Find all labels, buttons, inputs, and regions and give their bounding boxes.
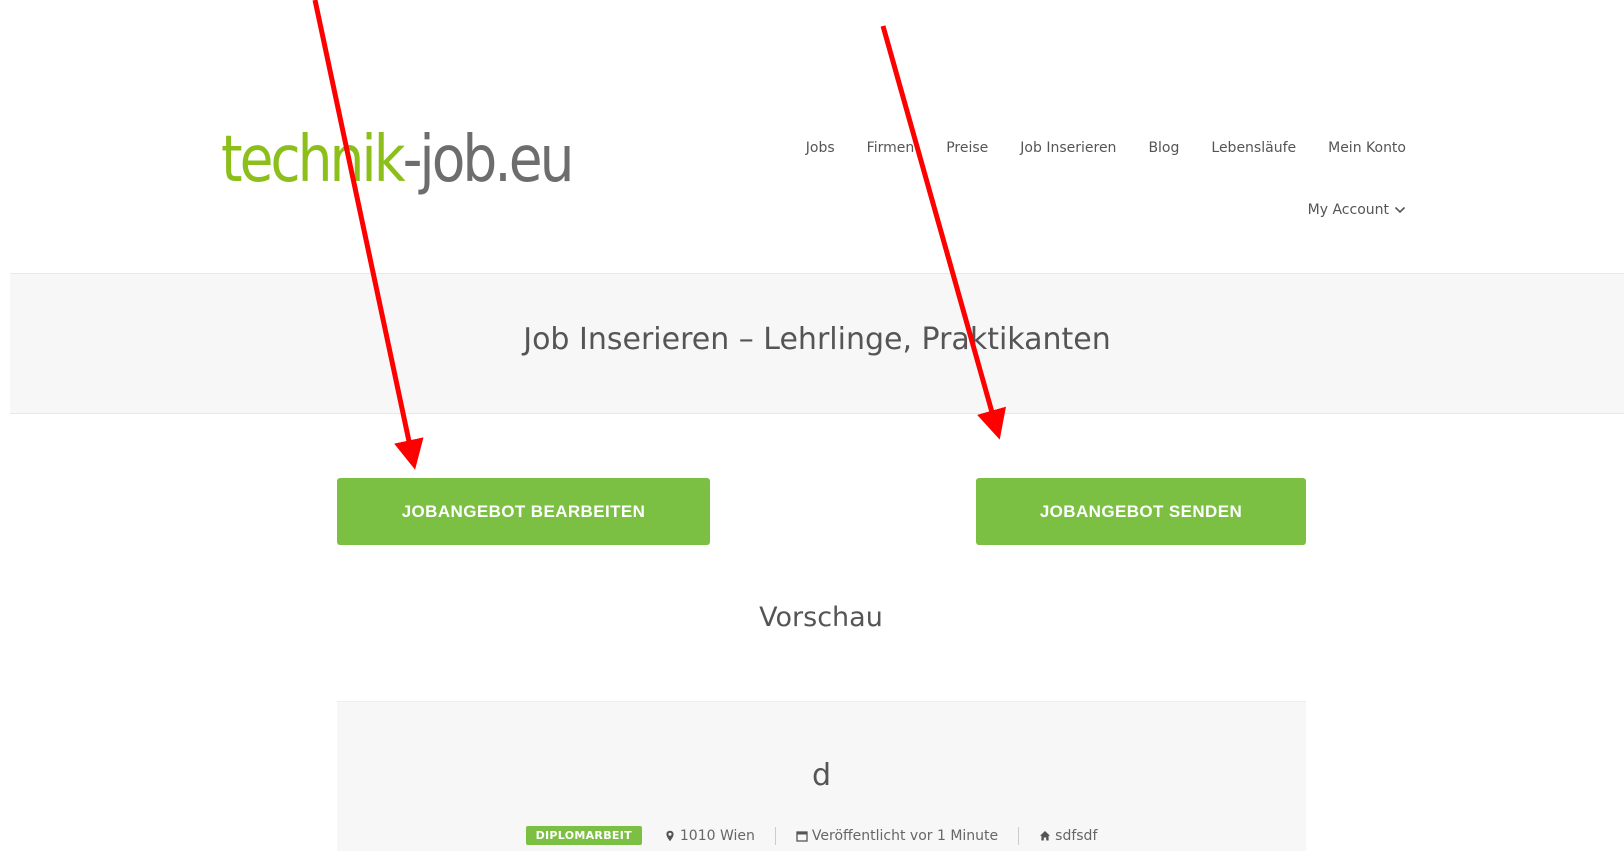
job-published: Veröffentlicht vor 1 Minute (776, 828, 1018, 844)
job-location: 1010 Wien (642, 828, 775, 844)
send-job-offer-button[interactable]: JOBANGEBOT SENDEN (976, 478, 1306, 545)
job-title: d (811, 758, 832, 793)
page-title-band: Job Inserieren – Lehrlinge, Praktikanten (10, 273, 1624, 414)
job-published-text: Veröffentlicht vor 1 Minute (811, 827, 999, 844)
home-icon (1040, 830, 1051, 840)
logo-text-technik: technik (221, 123, 406, 197)
nav-item-blog[interactable]: Blog (1132, 140, 1195, 156)
nav-item-jobs[interactable]: Jobs (790, 140, 851, 156)
nav-item-job-inserieren[interactable]: Job Inserieren (1004, 140, 1132, 156)
site-logo[interactable]: technik-job.eu (221, 128, 575, 192)
job-meta: DIPLOMARBEIT 1010 Wien Veröffentlicht vo… (337, 826, 1306, 845)
job-company: sdfsdf (1019, 828, 1117, 844)
job-preview-card: d DIPLOMARBEIT 1010 Wien Veröffentlicht … (337, 701, 1306, 851)
my-account-menu[interactable]: My Account (1308, 202, 1406, 218)
page: technik-job.eu Jobs Firmen Preise Job In… (0, 0, 1624, 851)
preview-heading: Vorschau (759, 602, 883, 633)
job-type-badge: DIPLOMARBEIT (525, 826, 642, 845)
page-title: Job Inserieren – Lehrlinge, Praktikanten (523, 322, 1111, 357)
logo-text-domain: -job.eu (402, 123, 575, 197)
chevron-down-icon (1394, 206, 1406, 214)
nav-item-preise[interactable]: Preise (930, 140, 1004, 156)
nav-item-firmen[interactable]: Firmen (851, 140, 931, 156)
main-nav: Jobs Firmen Preise Job Inserieren Blog L… (790, 140, 1406, 156)
job-location-text: 1010 Wien (679, 827, 755, 844)
my-account-label: My Account (1307, 202, 1389, 218)
map-marker-icon (666, 830, 674, 841)
job-company-text: sdfsdf (1055, 827, 1098, 844)
calendar-icon (796, 830, 808, 842)
edit-job-offer-button[interactable]: JOBANGEBOT BEARBEITEN (337, 478, 710, 545)
nav-item-lebenslaeufe[interactable]: Lebensläufe (1195, 140, 1312, 156)
nav-item-mein-konto[interactable]: Mein Konto (1312, 140, 1406, 156)
